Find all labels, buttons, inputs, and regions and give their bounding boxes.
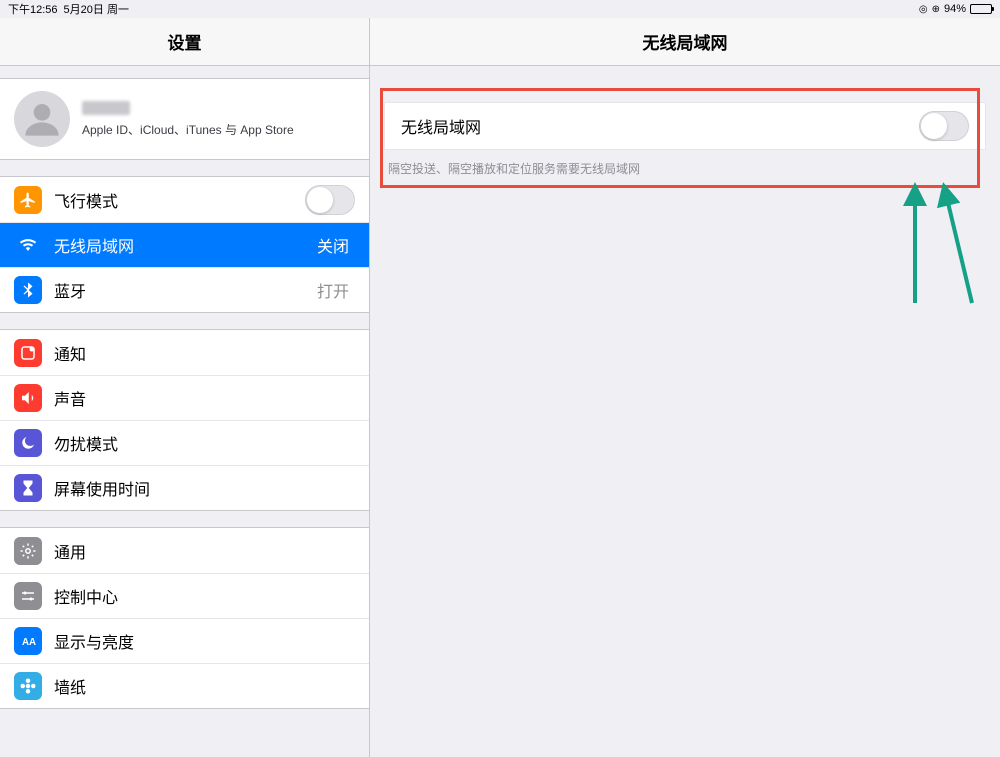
sidebar-item-value: 关闭 — [317, 233, 349, 257]
wifi-toggle-row[interactable]: 无线局域网 — [384, 102, 986, 150]
svg-text:AA: AA — [22, 637, 36, 648]
orientation-lock-icon: ⊕ — [932, 4, 940, 15]
bluetooth-icon — [14, 276, 42, 304]
status-time: 下午12:56 — [8, 1, 58, 17]
detail-pane: 无线局域网 无线局域网 隔空投送、隔空播放和定位服务需要无线局域网 — [370, 18, 1000, 757]
sidebar-item-control-center[interactable]: 控制中心 — [0, 573, 369, 618]
sidebar-item-label: 通用 — [54, 539, 355, 563]
sidebar-title: 设置 — [0, 18, 369, 66]
annotation-arrow-2 — [932, 178, 982, 308]
sidebar-item-screentime[interactable]: 屏幕使用时间 — [0, 465, 369, 510]
wifi-icon — [14, 231, 42, 259]
wifi-footer-text: 隔空投送、隔空播放和定位服务需要无线局域网 — [384, 150, 986, 177]
sidebar-item-label: 声音 — [54, 386, 355, 410]
settings-sidebar: 设置 Apple ID、iCloud、iTunes 与 App Store — [0, 18, 370, 757]
battery-percent: 94% — [944, 3, 966, 15]
sidebar-item-label: 飞行模式 — [54, 188, 293, 212]
status-bar: 下午12:56 5月20日 周一 ◎ ⊕ 94% — [0, 0, 1000, 18]
gear-icon — [14, 537, 42, 565]
sidebar-item-label: 墙纸 — [54, 674, 355, 698]
sidebar-item-label: 屏幕使用时间 — [54, 476, 355, 500]
wifi-toggle[interactable] — [919, 111, 969, 141]
moon-icon — [14, 429, 42, 457]
airplane-toggle[interactable] — [305, 185, 355, 215]
status-date: 5月20日 周一 — [64, 1, 129, 17]
wifi-row-label: 无线局域网 — [401, 114, 481, 138]
sidebar-item-general[interactable]: 通用 — [0, 528, 369, 573]
sidebar-item-airplane-mode[interactable]: 飞行模式 — [0, 177, 369, 222]
battery-icon — [970, 4, 992, 14]
flower-icon — [14, 672, 42, 700]
speaker-icon — [14, 384, 42, 412]
notifications-icon — [14, 339, 42, 367]
sidebar-item-dnd[interactable]: 勿扰模式 — [0, 420, 369, 465]
sidebar-item-label: 控制中心 — [54, 584, 355, 608]
hourglass-icon — [14, 474, 42, 502]
sliders-icon — [14, 582, 42, 610]
sidebar-item-wallpaper[interactable]: 墙纸 — [0, 663, 369, 708]
profile-name-blurred — [82, 101, 130, 115]
detail-title: 无线局域网 — [370, 18, 1000, 66]
sidebar-item-value: 打开 — [317, 278, 349, 302]
aa-icon: AA — [14, 627, 42, 655]
profile-subtitle: Apple ID、iCloud、iTunes 与 App Store — [82, 121, 294, 138]
profile-section[interactable]: Apple ID、iCloud、iTunes 与 App Store — [0, 78, 369, 160]
sidebar-item-display[interactable]: AA 显示与亮度 — [0, 618, 369, 663]
sidebar-item-label: 通知 — [54, 341, 355, 365]
sidebar-item-bluetooth[interactable]: 蓝牙 打开 — [0, 267, 369, 312]
alarm-icon: ◎ — [919, 4, 928, 15]
annotation-arrow-1 — [900, 178, 930, 308]
sidebar-item-sounds[interactable]: 声音 — [0, 375, 369, 420]
sidebar-item-label: 蓝牙 — [54, 278, 305, 302]
sidebar-item-wifi[interactable]: 无线局域网 关闭 — [0, 222, 369, 267]
sidebar-item-label: 显示与亮度 — [54, 629, 355, 653]
airplane-icon — [14, 186, 42, 214]
sidebar-item-notifications[interactable]: 通知 — [0, 330, 369, 375]
profile-avatar — [14, 91, 70, 147]
sidebar-item-label: 勿扰模式 — [54, 431, 355, 455]
sidebar-item-label: 无线局域网 — [54, 233, 305, 257]
